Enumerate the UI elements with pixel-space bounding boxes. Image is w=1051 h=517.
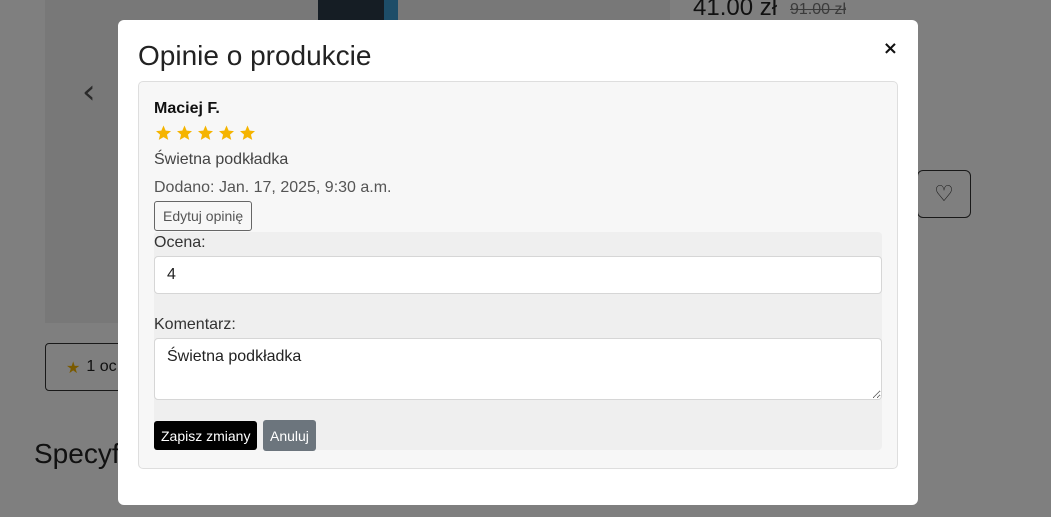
cancel-button[interactable]: Anuluj [263, 420, 316, 451]
comment-textarea[interactable]: Świetna podkładka [154, 338, 882, 400]
review-text: Świetna podkładka [154, 151, 289, 168]
rating-label: Ocena: [154, 234, 206, 251]
star-icon [177, 125, 192, 140]
star-icon [219, 125, 234, 140]
review-stars [154, 124, 882, 142]
modal-title: Opinie o produkcie [138, 40, 372, 71]
review-date: Dodano: Jan. 17, 2025, 9:30 a.m. [154, 179, 392, 196]
edit-review-form: Ocena: Komentarz: Świetna podkładka Zapi… [154, 232, 882, 451]
review-card: Maciej F. Świetna podkładka Dodano: Jan.… [138, 81, 898, 469]
review-author: Maciej F. [154, 100, 220, 117]
star-icon [156, 125, 171, 140]
save-changes-button[interactable]: Zapisz zmiany [154, 421, 258, 450]
close-icon[interactable]: × [883, 38, 898, 59]
comment-label: Komentarz: [154, 316, 236, 333]
edit-review-button[interactable]: Edytuj opinię [154, 201, 253, 231]
star-icon [198, 125, 213, 140]
star-icon [240, 125, 255, 140]
reviews-modal: Opinie o produkcie × Maciej F. Świetna p… [118, 20, 918, 505]
rating-input[interactable] [154, 256, 882, 294]
